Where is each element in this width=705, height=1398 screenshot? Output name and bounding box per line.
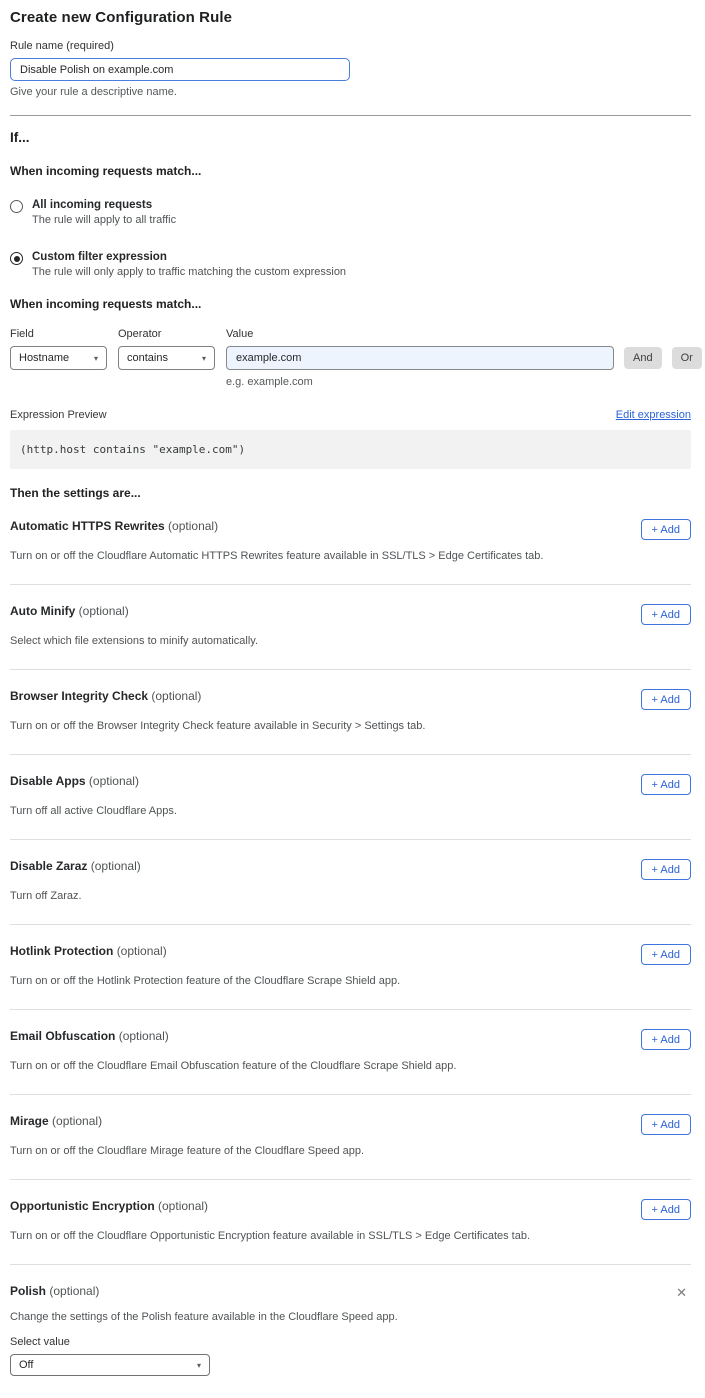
- and-button[interactable]: And: [624, 347, 662, 369]
- field-label: Field: [10, 328, 118, 340]
- radio-unchecked-icon[interactable]: [10, 200, 23, 213]
- then-settings-heading: Then the settings are...: [10, 486, 691, 500]
- setting-row-opportunistic-encryption: Opportunistic Encryption (optional) + Ad…: [10, 1180, 691, 1265]
- close-icon[interactable]: ✕: [672, 1284, 691, 1301]
- setting-title: Polish: [10, 1284, 46, 1298]
- setting-row-disable-apps: Disable Apps (optional) + Add Turn off a…: [10, 755, 691, 840]
- setting-description: Turn on or off the Cloudflare Opportunis…: [10, 1230, 610, 1242]
- setting-row-auto-minify: Auto Minify (optional) + Add Select whic…: [10, 585, 691, 670]
- add-button[interactable]: + Add: [641, 689, 691, 710]
- operator-select[interactable]: contains ▾: [118, 346, 215, 370]
- chevron-down-icon: ▾: [94, 354, 98, 363]
- setting-description: Turn off Zaraz.: [10, 890, 610, 902]
- add-button[interactable]: + Add: [641, 1114, 691, 1135]
- add-button[interactable]: + Add: [641, 859, 691, 880]
- optional-tag: (optional): [151, 689, 201, 703]
- setting-title: Auto Minify: [10, 604, 75, 618]
- add-button[interactable]: + Add: [641, 1199, 691, 1220]
- optional-tag: (optional): [158, 1199, 208, 1213]
- operator-label: Operator: [118, 328, 226, 340]
- setting-title: Disable Zaraz: [10, 859, 87, 873]
- radio-option-description: The rule will only apply to traffic matc…: [32, 266, 346, 278]
- page-title: Create new Configuration Rule: [10, 9, 691, 26]
- field-select-value: Hostname: [19, 352, 69, 364]
- setting-row-polish: Polish (optional) ✕ Change the settings …: [10, 1265, 691, 1398]
- setting-title: Mirage: [10, 1114, 49, 1128]
- chevron-down-icon: ▾: [202, 354, 206, 363]
- setting-row-hotlink-protection: Hotlink Protection (optional) + Add Turn…: [10, 925, 691, 1010]
- expression-preview-label: Expression Preview: [10, 409, 107, 421]
- edit-expression-link[interactable]: Edit expression: [616, 409, 691, 421]
- incoming-requests-match-heading: When incoming requests match...: [10, 164, 691, 178]
- if-heading: If...: [10, 130, 691, 145]
- radio-option-label: All incoming requests: [32, 199, 176, 211]
- setting-title: Disable Apps: [10, 774, 86, 788]
- setting-title: Browser Integrity Check: [10, 689, 148, 703]
- add-button[interactable]: + Add: [641, 774, 691, 795]
- setting-description: Change the settings of the Polish featur…: [10, 1311, 610, 1323]
- setting-title: Hotlink Protection: [10, 944, 113, 958]
- setting-title: Automatic HTTPS Rewrites: [10, 519, 165, 533]
- setting-row-disable-zaraz: Disable Zaraz (optional) + Add Turn off …: [10, 840, 691, 925]
- optional-tag: (optional): [168, 519, 218, 533]
- rule-name-help: Give your rule a descriptive name.: [10, 86, 691, 98]
- optional-tag: (optional): [49, 1284, 99, 1298]
- setting-title: Opportunistic Encryption: [10, 1199, 155, 1213]
- add-button[interactable]: + Add: [641, 519, 691, 540]
- value-help: e.g. example.com: [226, 376, 691, 388]
- operator-select-value: contains: [127, 352, 168, 364]
- optional-tag: (optional): [119, 1029, 169, 1043]
- optional-tag: (optional): [79, 604, 129, 618]
- radio-option-label: Custom filter expression: [32, 251, 346, 263]
- add-button[interactable]: + Add: [641, 1029, 691, 1050]
- expression-builder: Field Hostname ▾ Operator contains ▾ Val…: [10, 328, 691, 388]
- field-select[interactable]: Hostname ▾: [10, 346, 107, 370]
- setting-description: Turn on or off the Cloudflare Mirage fea…: [10, 1145, 610, 1157]
- expression-builder-heading: When incoming requests match...: [10, 297, 691, 311]
- setting-description: Select which file extensions to minify a…: [10, 635, 610, 647]
- radio-option-description: The rule will apply to all traffic: [32, 214, 176, 226]
- rule-name-label: Rule name (required): [10, 40, 691, 52]
- radio-option-custom-filter-expression[interactable]: Custom filter expression The rule will o…: [10, 251, 691, 278]
- chevron-down-icon: ▾: [197, 1361, 201, 1370]
- setting-description: Turn off all active Cloudflare Apps.: [10, 805, 610, 817]
- setting-row-automatic-https-rewrites: Automatic HTTPS Rewrites (optional) + Ad…: [10, 500, 691, 585]
- select-value-label: Select value: [10, 1336, 691, 1348]
- setting-title: Email Obfuscation: [10, 1029, 115, 1043]
- or-button[interactable]: Or: [672, 347, 702, 369]
- setting-description: Turn on or off the Browser Integrity Che…: [10, 720, 610, 732]
- setting-row-email-obfuscation: Email Obfuscation (optional) + Add Turn …: [10, 1010, 691, 1095]
- add-button[interactable]: + Add: [641, 944, 691, 965]
- expression-preview-code: (http.host contains "example.com"): [10, 430, 691, 469]
- polish-value-select[interactable]: Off ▾: [10, 1354, 210, 1376]
- setting-description: Turn on or off the Cloudflare Email Obfu…: [10, 1060, 610, 1072]
- setting-row-browser-integrity-check: Browser Integrity Check (optional) + Add…: [10, 670, 691, 755]
- add-button[interactable]: + Add: [641, 604, 691, 625]
- radio-option-all-incoming-requests[interactable]: All incoming requests The rule will appl…: [10, 199, 691, 226]
- optional-tag: (optional): [117, 944, 167, 958]
- setting-row-mirage: Mirage (optional) + Add Turn on or off t…: [10, 1095, 691, 1180]
- setting-description: Turn on or off the Hotlink Protection fe…: [10, 975, 610, 987]
- rule-name-input[interactable]: [10, 58, 350, 81]
- optional-tag: (optional): [91, 859, 141, 873]
- optional-tag: (optional): [52, 1114, 102, 1128]
- polish-select-value: Off: [19, 1359, 33, 1371]
- create-configuration-rule-page: Create new Configuration Rule Rule name …: [0, 0, 705, 1398]
- value-label: Value: [226, 328, 614, 340]
- optional-tag: (optional): [89, 774, 139, 788]
- setting-description: Turn on or off the Cloudflare Automatic …: [10, 550, 610, 562]
- radio-checked-icon[interactable]: [10, 252, 23, 265]
- value-input[interactable]: [226, 346, 614, 370]
- section-divider: [10, 115, 691, 116]
